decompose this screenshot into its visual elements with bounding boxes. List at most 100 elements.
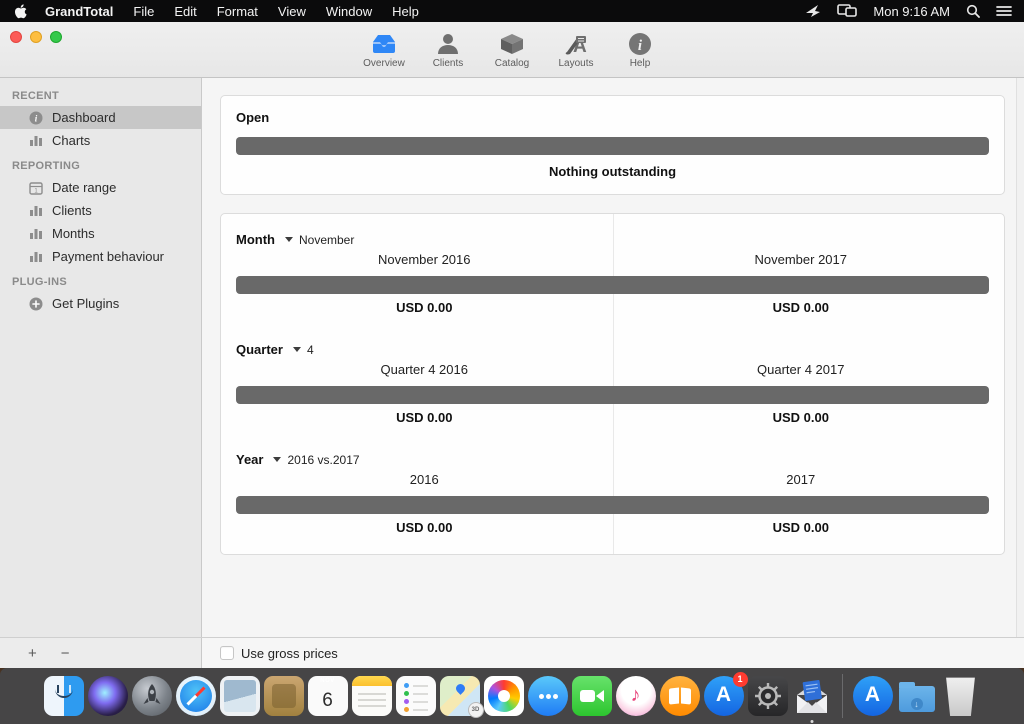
reminders-dock-icon[interactable] xyxy=(395,676,436,716)
notification-list-icon[interactable] xyxy=(996,5,1012,17)
bar-chart-icon xyxy=(28,249,43,264)
sidebar-item-payment-behaviour[interactable]: Payment behaviour xyxy=(0,245,201,268)
sidebar-item-charts[interactable]: Charts xyxy=(0,129,201,152)
info-circle-icon: i xyxy=(28,110,43,125)
finder-dock-icon[interactable] xyxy=(43,676,84,716)
quarter-selector[interactable]: 4 xyxy=(307,343,314,357)
toolbar-clients[interactable]: Clients xyxy=(422,26,474,69)
mail-dock-icon[interactable] xyxy=(219,676,260,716)
running-indicator xyxy=(810,720,813,723)
quarter-value-right: USD 0.00 xyxy=(772,410,829,425)
desktop: GrandTotal File Edit Format View Window … xyxy=(0,0,1024,724)
grandtotal-dock-icon[interactable] xyxy=(792,676,832,723)
footer-bar: + − Use gross prices xyxy=(0,637,1024,668)
ibooks-dock-icon[interactable] xyxy=(659,676,700,716)
app-store-glyph: A xyxy=(864,683,881,706)
siri-dock-icon[interactable] xyxy=(87,676,128,716)
menu-help[interactable]: Help xyxy=(392,4,419,19)
app-store-alt-dock-icon[interactable]: A xyxy=(849,672,893,716)
sidebar-section-plugins: PLUG-INS xyxy=(12,276,67,288)
search-icon[interactable] xyxy=(966,4,980,18)
facetime-dock-icon[interactable] xyxy=(571,676,612,716)
remove-button[interactable]: − xyxy=(61,646,70,661)
toolbar-help[interactable]: i Help xyxy=(614,26,666,69)
system-preferences-dock-icon[interactable] xyxy=(747,676,788,716)
sidebar-footer: + − xyxy=(0,638,202,668)
menu-format[interactable]: Format xyxy=(217,4,258,19)
content-footer: Use gross prices xyxy=(202,638,1024,668)
use-gross-prices-label: Use gross prices xyxy=(241,645,338,661)
toolbar-catalog[interactable]: Catalog xyxy=(486,26,538,69)
photos-dock-icon[interactable] xyxy=(483,676,524,716)
toolbar-overview-label: Overview xyxy=(363,58,405,69)
open-progress-bar xyxy=(236,137,989,155)
safari-dock-icon[interactable] xyxy=(175,676,216,716)
sidebar-item-get-plugins[interactable]: Get Plugins xyxy=(0,292,201,315)
bar-chart-icon xyxy=(28,203,43,218)
messages-dock-icon[interactable] xyxy=(527,676,568,716)
sidebar-section-recent: RECENT xyxy=(12,90,60,102)
displays-icon[interactable] xyxy=(837,4,858,18)
sidebar-item-label: Get Plugins xyxy=(52,296,120,311)
app-store-glyph: A xyxy=(715,683,732,706)
window-toolbar: Overview Clients Catalog A Layouts i Hel… xyxy=(0,22,1024,78)
menu-edit[interactable]: Edit xyxy=(174,4,196,19)
menu-file[interactable]: File xyxy=(133,4,154,19)
plus-circle-icon xyxy=(28,296,43,311)
year-col-title-right: 2017 xyxy=(786,472,816,487)
app-store-badge: 1 xyxy=(732,672,748,687)
dock: NOV 6 3D ♪ A 1 A ↓ xyxy=(0,668,1024,724)
downloads-folder-dock-icon[interactable]: ↓ xyxy=(897,676,937,716)
quarter-value-left: USD 0.00 xyxy=(396,410,453,425)
sidebar-item-label: Charts xyxy=(52,133,91,148)
year-selector[interactable]: 2016 vs.2017 xyxy=(287,453,359,467)
month-section-label: Month xyxy=(236,232,275,247)
contacts-dock-icon[interactable] xyxy=(263,676,304,716)
launchpad-dock-icon[interactable] xyxy=(131,676,172,716)
maps-3d-badge: 3D xyxy=(467,702,484,718)
bar-chart-icon xyxy=(28,133,43,148)
menu-bar: GrandTotal File Edit Format View Window … xyxy=(0,0,1024,22)
bar-chart-icon xyxy=(28,226,43,241)
inbox-tray-icon xyxy=(370,26,398,56)
sidebar-item-label: Payment behaviour xyxy=(52,249,165,264)
year-value-left: USD 0.00 xyxy=(396,520,453,535)
launcher-icon[interactable] xyxy=(805,4,821,18)
notes-dock-icon[interactable] xyxy=(351,676,392,716)
sidebar-item-label: Date range xyxy=(52,180,117,195)
app-store-dock-icon[interactable]: A 1 xyxy=(703,672,748,716)
app-menu-title[interactable]: GrandTotal xyxy=(45,4,113,19)
main-content: Open Nothing outstanding Month November xyxy=(202,78,1024,637)
menu-view[interactable]: View xyxy=(278,4,306,19)
quarter-col-title-right: Quarter 4 2017 xyxy=(757,362,845,377)
sidebar-item-clients[interactable]: Clients xyxy=(0,199,201,222)
calendar-dock-icon[interactable]: NOV 6 xyxy=(307,676,348,716)
year-section-label: Year xyxy=(236,452,264,467)
toolbar-overview[interactable]: Overview xyxy=(358,26,410,69)
apple-menu-icon[interactable] xyxy=(14,3,27,19)
month-selector[interactable]: November xyxy=(299,233,354,247)
year-comparison-bar xyxy=(236,496,989,514)
open-panel-message: Nothing outstanding xyxy=(548,164,677,179)
music-note-glyph: ♪ xyxy=(630,684,641,706)
brush-letter-icon: A xyxy=(563,26,589,56)
use-gross-prices-checkbox[interactable] xyxy=(220,646,234,660)
toolbar-layouts[interactable]: A Layouts xyxy=(550,26,602,69)
itunes-dock-icon[interactable]: ♪ xyxy=(615,676,656,716)
add-button[interactable]: + xyxy=(28,646,37,661)
dropdown-arrow-icon xyxy=(273,457,282,462)
sidebar-item-date-range[interactable]: 1 Date range xyxy=(0,176,201,199)
sidebar-section-reporting: REPORTING xyxy=(12,160,81,172)
scrollbar-track[interactable] xyxy=(1016,78,1024,637)
menu-window[interactable]: Window xyxy=(326,4,372,19)
quarter-comparison-bar xyxy=(236,386,989,404)
sidebar-item-dashboard[interactable]: i Dashboard xyxy=(0,106,201,129)
sidebar-item-months[interactable]: Months xyxy=(0,222,201,245)
maps-dock-icon[interactable]: 3D xyxy=(439,676,484,718)
info-circle-icon: i xyxy=(628,26,652,56)
comparison-panel: Month November November 2016 November 20… xyxy=(220,213,1005,555)
menu-clock[interactable]: Mon 9:16 AM xyxy=(873,4,950,19)
trash-dock-icon[interactable] xyxy=(946,677,975,716)
sidebar-item-label: Clients xyxy=(52,203,92,218)
calendar-icon: 1 xyxy=(28,180,43,195)
